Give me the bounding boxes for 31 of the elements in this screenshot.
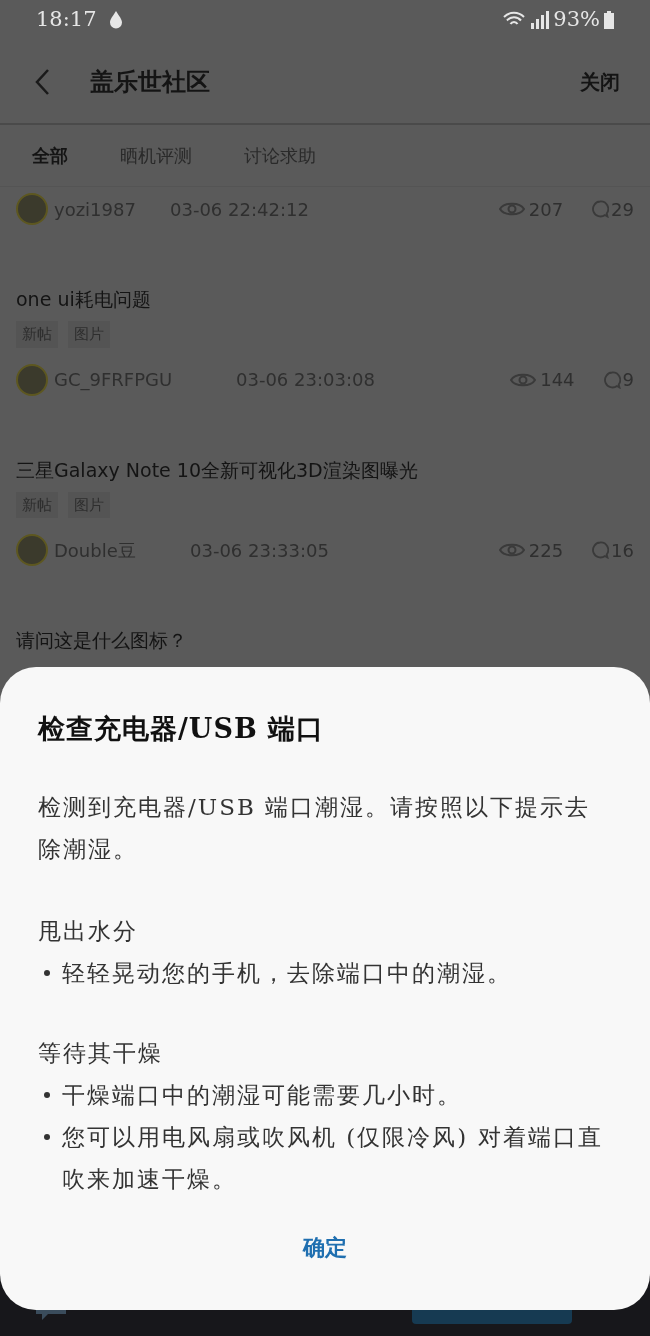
close-button[interactable]: 关闭: [580, 66, 620, 97]
avatar[interactable]: [16, 193, 48, 225]
confirm-button[interactable]: 确定: [303, 1231, 347, 1264]
page-title: 盖乐世社区: [90, 65, 210, 98]
comment-icon: [591, 200, 610, 218]
bullet-icon: [44, 1091, 50, 1098]
bullet-icon: [44, 1133, 50, 1140]
category-tab[interactable]: 全部: [32, 142, 68, 169]
comment-icon: [591, 541, 610, 559]
back-icon[interactable]: [34, 67, 50, 96]
post-title[interactable]: one ui耗电问题: [16, 285, 634, 313]
instruction-item: 您可以用电风扇或吹风机 (仅限冷风) 对着端口直吹来加速干燥。: [62, 1122, 604, 1194]
dialog-message: 检测到充电器/USB 端口潮湿。请按照以下提示去除潮湿。: [38, 792, 592, 864]
post-title[interactable]: 请问这是什么图标？: [16, 626, 634, 654]
section-heading: 等待其干燥: [38, 1038, 164, 1068]
battery-icon: [604, 11, 614, 29]
status-time: 18:17: [36, 6, 97, 34]
avatar[interactable]: [16, 363, 48, 396]
eye-icon: [498, 541, 525, 559]
comment-icon: [602, 370, 621, 389]
instruction-item: 轻轻晃动您的手机，去除端口中的潮湿。: [62, 958, 512, 988]
instruction-item: 干燥端口中的潮湿可能需要几小时。: [62, 1080, 462, 1110]
avatar[interactable]: [16, 534, 48, 566]
section-heading: 甩出水分: [38, 916, 139, 946]
post-title[interactable]: 三星Galaxy Note 10全新可视化3D渲染图曝光: [16, 455, 634, 484]
drop-icon: [108, 11, 123, 29]
bullet-icon: [44, 969, 50, 976]
eye-icon: [498, 200, 525, 218]
dialog-title: 检查充电器/USB 端口: [38, 712, 326, 746]
battery-percent: 93%: [553, 6, 600, 34]
signal-icon: [529, 11, 550, 29]
